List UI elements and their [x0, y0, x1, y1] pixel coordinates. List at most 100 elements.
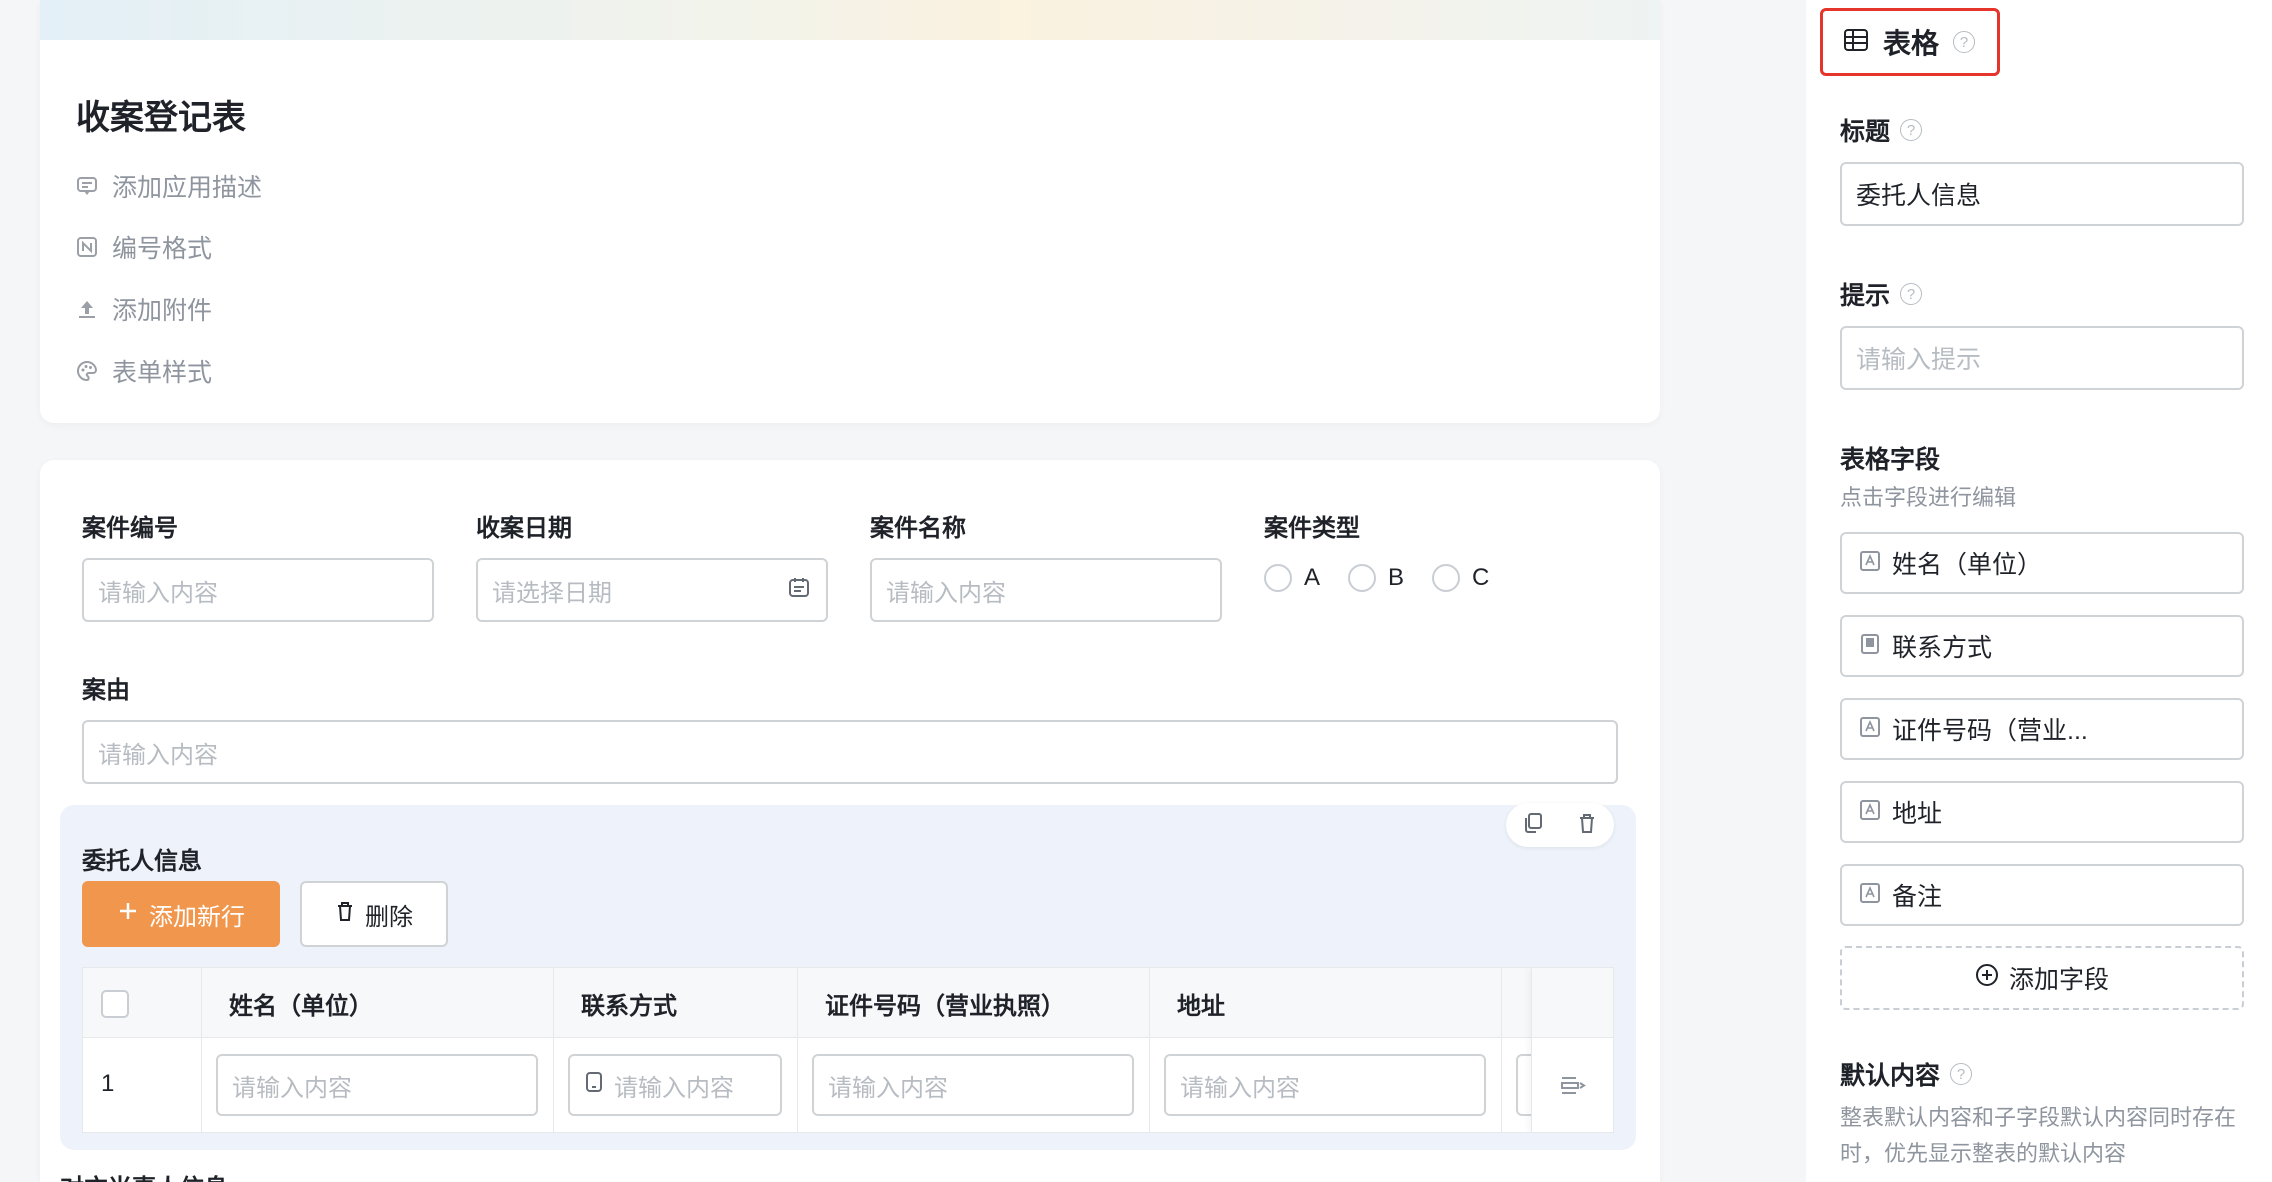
- phone-field-icon: [1860, 632, 1880, 661]
- text-field-icon: [1860, 881, 1880, 910]
- add-field-button[interactable]: 添加字段: [1840, 946, 2244, 1010]
- hint-setting-label: 提示 ?: [1840, 276, 1923, 312]
- date-placeholder: 请选择日期: [492, 579, 612, 607]
- panel-header: 表格 ?: [1820, 8, 2000, 76]
- table-field-label: 联系方式: [1892, 634, 1993, 662]
- table-field-item[interactable]: 联系方式: [1840, 615, 2244, 677]
- column-header-id-number: 证件号码（营业执照）: [825, 992, 1065, 1020]
- case-type-label: 案件类型: [1264, 515, 1360, 542]
- help-icon[interactable]: ?: [1900, 119, 1923, 141]
- next-section-label: 对方当事人信息: [60, 1168, 228, 1182]
- row-action-header: [1532, 968, 1613, 1038]
- column-divider: [201, 968, 202, 1132]
- case-type-option-c[interactable]: C: [1432, 564, 1489, 592]
- table-field-label: 证件号码（营业...: [1892, 717, 2088, 745]
- plus-icon: [117, 900, 139, 929]
- add-attachment-link[interactable]: 添加附件: [76, 291, 212, 327]
- number-format-label: 编号格式: [112, 235, 213, 263]
- help-icon[interactable]: ?: [1900, 283, 1923, 305]
- plus-circle-icon: [1975, 963, 1999, 994]
- upload-icon: [76, 298, 98, 320]
- number-format-icon: [76, 236, 98, 258]
- table-field-label: 姓名（单位）: [1892, 551, 2043, 579]
- cause-input[interactable]: 请输入内容: [82, 720, 1618, 784]
- add-row-button[interactable]: 添加新行: [82, 881, 280, 947]
- date-label: 收案日期: [476, 515, 572, 542]
- row-detail-icon[interactable]: [1560, 1074, 1586, 1101]
- help-icon[interactable]: ?: [1953, 31, 1976, 53]
- default-content-text: 默认内容: [1840, 1062, 1941, 1090]
- column-header-address: 地址: [1177, 992, 1225, 1020]
- row-number: 1: [101, 1070, 115, 1097]
- delete-label: 删除: [365, 903, 413, 931]
- add-field-label: 添加字段: [2008, 966, 2109, 994]
- comment-icon: [76, 175, 98, 197]
- column-divider: [553, 968, 554, 1132]
- table-field-item[interactable]: 备注: [1840, 864, 2244, 926]
- column-header-name: 姓名（单位）: [229, 992, 373, 1020]
- table-field-label: 备注: [1892, 883, 1943, 911]
- table-field-item[interactable]: 证件号码（营业...: [1840, 698, 2244, 760]
- delete-rows-button[interactable]: 删除: [300, 881, 448, 947]
- cell-contact-placeholder: 请输入内容: [614, 1074, 734, 1102]
- subtable-grid: 姓名（单位） 联系方式 证件号码（营业执照） 地址 1 请输入内容 请输入内容 …: [82, 967, 1614, 1133]
- case-name-input[interactable]: 请输入内容: [870, 558, 1222, 622]
- trash-icon[interactable]: [1576, 812, 1598, 839]
- table-icon: [1843, 27, 1869, 58]
- number-format-link[interactable]: 编号格式: [76, 229, 212, 265]
- copy-icon[interactable]: [1522, 812, 1544, 839]
- default-content-hint: 整表默认内容和子字段默认内容同时存在时，优先显示整表的默认内容: [1840, 1105, 2237, 1166]
- table-field-item[interactable]: 地址: [1840, 781, 2244, 843]
- radio-circle[interactable]: [1348, 564, 1377, 592]
- table-field-item[interactable]: 姓名（单位）: [1840, 532, 2244, 594]
- table-fields-hint: 点击字段进行编辑: [1840, 485, 2017, 510]
- subtable-title: 委托人信息: [82, 848, 202, 875]
- add-row-label: 添加新行: [149, 903, 245, 931]
- form-style-label: 表单样式: [112, 359, 213, 387]
- hint-setting-input[interactable]: 请输入提示: [1840, 326, 2244, 390]
- subtable-block[interactable]: 委托人信息 添加新行 删除 姓名（单位） 联系方式 证件号码（营业执照） 地址: [60, 803, 1636, 1150]
- option-label: A: [1304, 564, 1321, 591]
- add-description-link[interactable]: 添加应用描述: [76, 168, 262, 204]
- radio-circle[interactable]: [1432, 564, 1461, 592]
- title-setting-input[interactable]: 委托人信息: [1840, 162, 2244, 226]
- table-fields-label: 表格字段: [1840, 446, 1941, 474]
- option-label: C: [1472, 564, 1490, 591]
- case-no-input[interactable]: 请输入内容: [82, 558, 434, 622]
- cell-contact-input[interactable]: 请输入内容: [568, 1054, 782, 1116]
- cell-name-input[interactable]: 请输入内容: [216, 1054, 538, 1116]
- default-content-label: 默认内容 ?: [1840, 1056, 1973, 1092]
- calendar-icon: [788, 576, 810, 605]
- title-setting-text: 标题: [1840, 118, 1891, 146]
- case-type-option-a[interactable]: A: [1264, 564, 1320, 592]
- row-action-column: [1531, 968, 1613, 1132]
- text-field-icon: [1860, 715, 1880, 744]
- panel-title: 表格: [1883, 28, 1940, 59]
- column-divider: [1149, 968, 1150, 1132]
- text-field-icon: [1860, 798, 1880, 827]
- table-field-label: 地址: [1892, 800, 1943, 828]
- case-type-radio-group: A B C: [1264, 564, 1489, 592]
- form-title[interactable]: 收案登记表: [76, 90, 246, 139]
- text-field-icon: [1860, 549, 1880, 578]
- block-toolbar: [1506, 803, 1614, 847]
- select-all-checkbox[interactable]: [101, 990, 129, 1018]
- column-header-contact: 联系方式: [581, 992, 677, 1020]
- form-style-link[interactable]: 表单样式: [76, 353, 212, 389]
- radio-circle[interactable]: [1264, 564, 1292, 592]
- date-picker[interactable]: 请选择日期: [476, 558, 828, 622]
- option-label: B: [1388, 564, 1405, 591]
- cell-address-input[interactable]: 请输入内容: [1164, 1054, 1486, 1116]
- help-icon[interactable]: ?: [1950, 1063, 1973, 1085]
- phone-icon: [584, 1071, 604, 1100]
- header-banner: [40, 0, 1660, 40]
- add-attachment-label: 添加附件: [112, 297, 213, 325]
- column-divider: [797, 968, 798, 1132]
- case-name-label: 案件名称: [870, 515, 966, 542]
- property-panel: 表格 ? 标题 ? 委托人信息 提示 ? 请输入提示 表格字段 点击字段进行编辑…: [1806, 0, 2272, 1182]
- cell-id-number-input[interactable]: 请输入内容: [812, 1054, 1134, 1116]
- trash-icon: [335, 900, 355, 929]
- case-type-option-b[interactable]: B: [1348, 564, 1404, 592]
- add-description-label: 添加应用描述: [112, 174, 263, 202]
- column-divider: [1501, 968, 1502, 1132]
